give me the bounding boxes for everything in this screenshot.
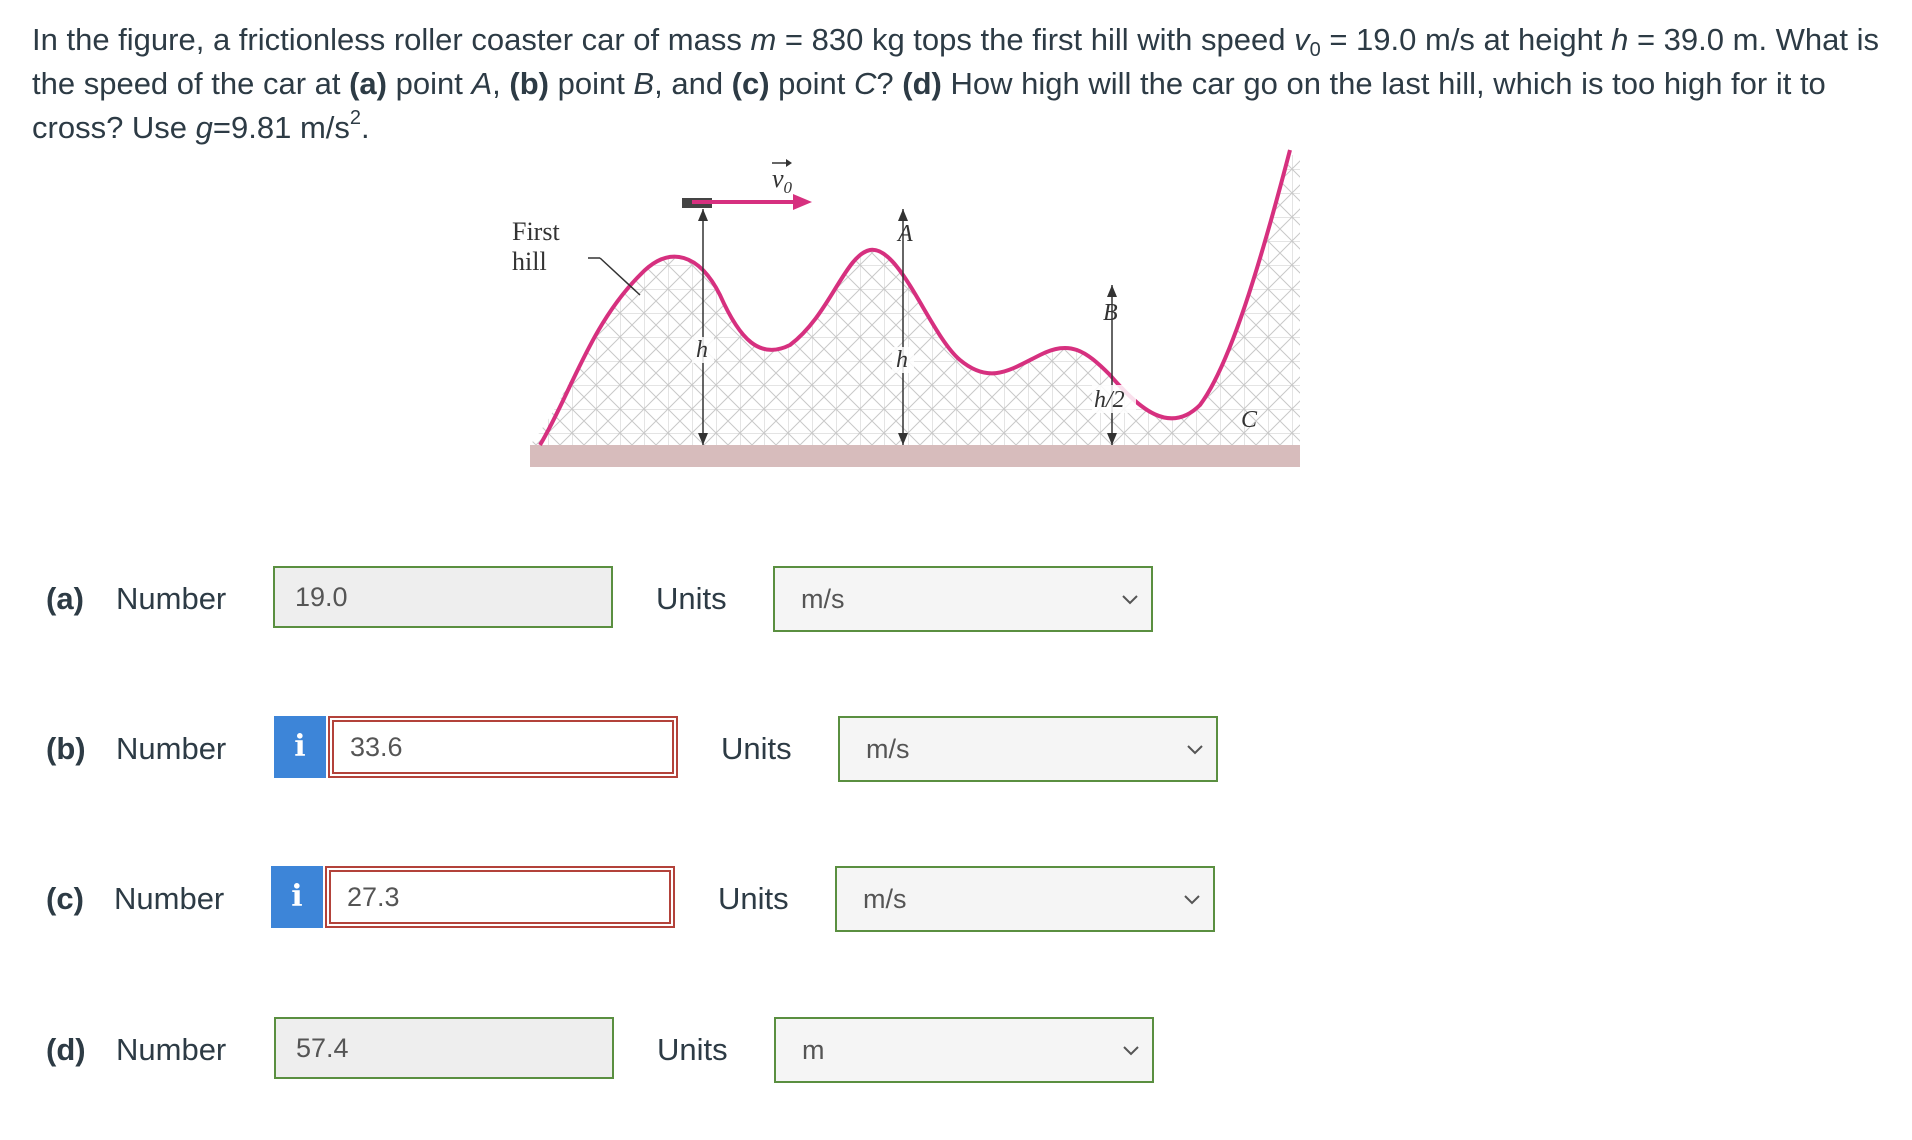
h-label-2: h — [896, 347, 908, 373]
chevron-down-icon — [1122, 595, 1138, 605]
answer-input-b[interactable]: 33.6 — [328, 716, 678, 778]
roller-coaster-figure: First hill v0 A B C h h h/2 — [512, 149, 1300, 467]
answer-input-c[interactable]: 27.3 — [325, 866, 675, 928]
number-label-b: Number — [116, 731, 227, 766]
number-label-a: Number — [116, 581, 227, 616]
part-label-c: (c) — [46, 881, 84, 916]
units-value-d: m — [802, 1035, 825, 1065]
chevron-down-icon — [1123, 1046, 1139, 1056]
units-select-c[interactable]: m/s — [835, 866, 1215, 932]
info-icon[interactable]: i — [274, 716, 326, 778]
h-label-1: h — [696, 337, 708, 363]
units-label-a: Units — [656, 581, 727, 616]
number-label-c: Number — [114, 881, 225, 916]
part-label-b: (b) — [46, 731, 86, 766]
units-value-b: m/s — [866, 734, 910, 764]
units-select-d[interactable]: m — [774, 1017, 1154, 1083]
chevron-down-icon — [1184, 895, 1200, 905]
answer-row-c: (c) Number i 27.3 Units m/s — [0, 866, 1912, 932]
units-value-a: m/s — [801, 584, 845, 614]
point-b-label: B — [1103, 300, 1118, 326]
first-hill-label-2: hill — [512, 247, 547, 276]
point-a-label: A — [896, 221, 913, 247]
number-label-d: Number — [116, 1032, 227, 1067]
units-value-c: m/s — [863, 884, 907, 914]
point-c-label: C — [1241, 407, 1258, 433]
ground — [530, 445, 1300, 467]
answer-input-a[interactable]: 19.0 — [273, 566, 613, 628]
answer-row-d: (d) Number 57.4 Units m — [0, 1017, 1912, 1083]
part-label-d: (d) — [46, 1032, 86, 1067]
truss-structure — [530, 155, 1300, 455]
units-select-a[interactable]: m/s — [773, 566, 1153, 632]
first-hill-label: First — [512, 217, 560, 246]
units-label-d: Units — [657, 1032, 728, 1067]
units-label-b: Units — [721, 731, 792, 766]
question-text: In the figure, a frictionless roller coa… — [32, 22, 1880, 145]
h-half-label: h/2 — [1094, 387, 1125, 413]
answer-input-d[interactable]: 57.4 — [274, 1017, 614, 1079]
answer-row-b: (b) Number i 33.6 Units m/s — [0, 716, 1912, 782]
answer-row-a: (a) Number 19.0 Units m/s — [0, 566, 1912, 632]
units-label-c: Units — [718, 881, 789, 916]
chevron-down-icon — [1187, 745, 1203, 755]
info-icon[interactable]: i — [271, 866, 323, 928]
units-select-b[interactable]: m/s — [838, 716, 1218, 782]
v0-label: v0 — [772, 164, 793, 197]
part-label-a: (a) — [46, 581, 84, 616]
